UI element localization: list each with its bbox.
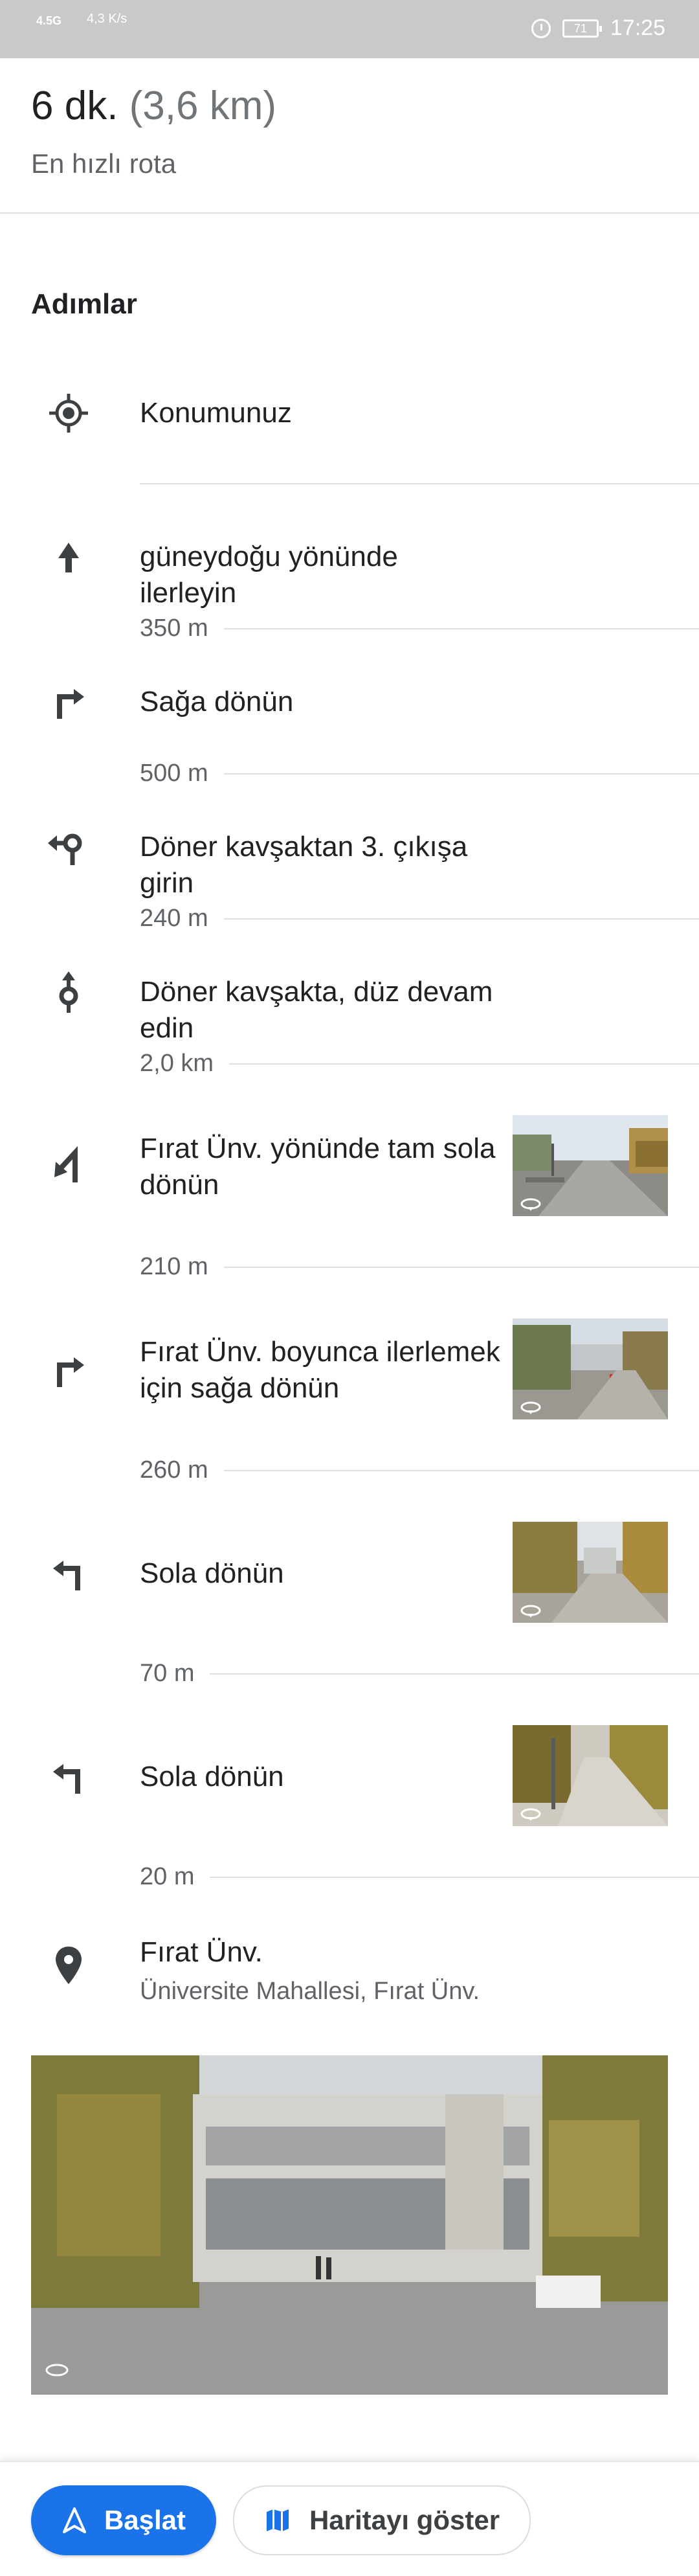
battery-icon: 71 bbox=[562, 19, 602, 38]
turn-left-icon bbox=[43, 1548, 94, 1599]
destination-photo[interactable] bbox=[31, 2055, 668, 2395]
step-instruction[interactable]: güneydoğu yönünde ilerleyin bbox=[140, 539, 502, 611]
my-location-icon bbox=[43, 387, 94, 439]
destination-title[interactable]: Fırat Ünv. bbox=[140, 1935, 263, 1970]
show-map-label: Haritayı göster bbox=[309, 2505, 500, 2535]
step-divider bbox=[140, 1673, 699, 1675]
step-divider bbox=[140, 483, 699, 484]
start-navigation-button[interactable]: Başlat bbox=[31, 2485, 216, 2555]
navigation-arrow-icon bbox=[62, 2507, 86, 2533]
route-subtitle: En hızlı rota bbox=[31, 148, 177, 179]
step-divider bbox=[140, 1877, 699, 1878]
street-view-thumbnail[interactable] bbox=[513, 1522, 668, 1623]
step-distance: 500 m bbox=[140, 759, 224, 787]
step-distance: 350 m bbox=[140, 614, 224, 642]
step-distance: 20 m bbox=[140, 1862, 210, 1891]
route-distance: (3,6 km) bbox=[129, 84, 277, 128]
status-bar: 4.5G 4,3 K/s 71 17:25 bbox=[0, 0, 699, 58]
origin-label[interactable]: Konumunuz bbox=[140, 395, 502, 431]
arrow-up-icon bbox=[43, 532, 94, 584]
roundabout-exit-icon bbox=[43, 821, 94, 873]
panorama-icon bbox=[520, 1605, 541, 1618]
step-distance: 2,0 km bbox=[140, 1049, 230, 1078]
street-view-thumbnail[interactable] bbox=[513, 1115, 668, 1216]
start-label: Başlat bbox=[104, 2505, 186, 2535]
network-speed: 4,3 K/s bbox=[87, 12, 128, 26]
turn-right-icon bbox=[43, 1344, 94, 1396]
header-divider bbox=[0, 212, 699, 214]
roundabout-straight-icon bbox=[43, 966, 94, 1018]
panorama-icon bbox=[520, 1808, 541, 1821]
battery-level: 71 bbox=[573, 21, 587, 35]
step-instruction[interactable]: Döner kavşaktan 3. çıkışa girin bbox=[140, 829, 502, 901]
step-distance: 260 m bbox=[140, 1456, 224, 1484]
step-instruction[interactable]: Fırat Ünv. boyunca ilerlemek için sağa d… bbox=[140, 1334, 502, 1407]
place-pin-icon bbox=[43, 1940, 94, 1992]
step-instruction[interactable]: Sağa dönün bbox=[140, 684, 502, 720]
turn-left-icon bbox=[43, 1751, 94, 1803]
network-indicator: 4.5G bbox=[36, 14, 62, 27]
turn-right-icon bbox=[43, 676, 94, 728]
show-map-button[interactable]: Haritayı göster bbox=[233, 2485, 531, 2555]
step-instruction[interactable]: Döner kavşakta, düz devam edin bbox=[140, 974, 502, 1046]
route-duration: 6 dk. bbox=[31, 84, 118, 128]
street-view-thumbnail[interactable] bbox=[513, 1318, 668, 1419]
destination-address: Üniversite Mahallesi, Fırat Ünv. bbox=[140, 1978, 480, 2005]
step-distance: 240 m bbox=[140, 904, 224, 932]
steps-section-title: Adımlar bbox=[31, 288, 137, 320]
street-view-thumbnail[interactable] bbox=[513, 1725, 668, 1826]
status-time: 17:25 bbox=[610, 16, 665, 40]
step-distance: 70 m bbox=[140, 1659, 210, 1688]
panorama-icon bbox=[520, 1198, 541, 1211]
step-instruction[interactable]: Sola dönün bbox=[140, 1759, 502, 1795]
route-summary: 6 dk. (3,6 km) bbox=[31, 83, 276, 130]
sharp-left-icon bbox=[43, 1140, 94, 1192]
step-instruction[interactable]: Sola dönün bbox=[140, 1555, 502, 1592]
step-distance: 210 m bbox=[140, 1252, 224, 1281]
step-instruction[interactable]: Fırat Ünv. yönünde tam sola dönün bbox=[140, 1131, 502, 1203]
map-icon bbox=[266, 2509, 289, 2531]
panorama-icon bbox=[520, 1401, 541, 1414]
alarm-icon bbox=[531, 18, 551, 38]
